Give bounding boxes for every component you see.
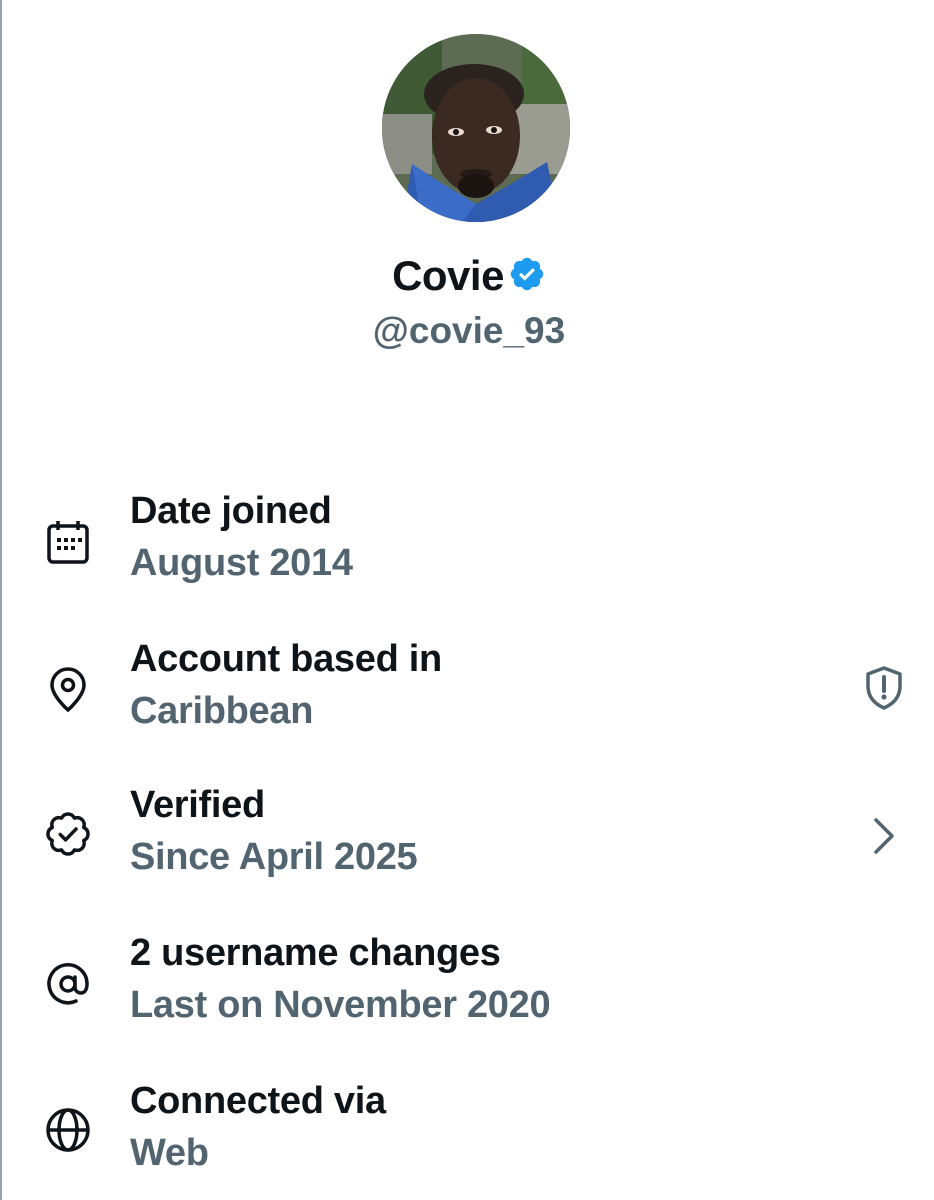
row-date-joined: Date joined August 2014 [2, 490, 934, 600]
at-sign-icon [42, 958, 94, 1010]
row-value: August 2014 [130, 542, 353, 584]
row-value: Web [130, 1132, 209, 1174]
shield-alert-icon[interactable] [858, 662, 910, 714]
row-username-changes: 2 username changes Last on November 2020 [2, 932, 934, 1042]
verified-badge-icon[interactable] [508, 255, 546, 293]
globe-icon [42, 1104, 94, 1156]
row-title: 2 username changes [130, 932, 501, 974]
verified-badge-outline-icon [42, 808, 94, 860]
row-value: Caribbean [130, 690, 314, 732]
row-value: Last on November 2020 [130, 984, 551, 1026]
row-title: Account based in [130, 638, 442, 680]
location-pin-icon [42, 664, 94, 716]
row-account-based-in: Account based in Caribbean [2, 638, 934, 748]
row-verified[interactable]: Verified Since April 2025 [2, 784, 934, 894]
avatar[interactable] [382, 34, 570, 222]
profile-name: Covie [392, 252, 504, 299]
row-title: Date joined [130, 490, 332, 532]
row-connected-via: Connected via Web [2, 1080, 934, 1190]
calendar-icon [42, 516, 94, 568]
profile-handle: @covie_93 [372, 310, 566, 351]
about-account-page: Covie @covie_93 Date joined August 2014 [0, 0, 934, 1200]
row-value: Since April 2025 [130, 836, 418, 878]
avatar-photo [382, 34, 570, 222]
profile-name-row: Covie [2, 252, 934, 300]
chevron-right-icon[interactable] [858, 810, 910, 862]
row-title: Verified [130, 784, 265, 826]
row-title: Connected via [130, 1080, 386, 1122]
